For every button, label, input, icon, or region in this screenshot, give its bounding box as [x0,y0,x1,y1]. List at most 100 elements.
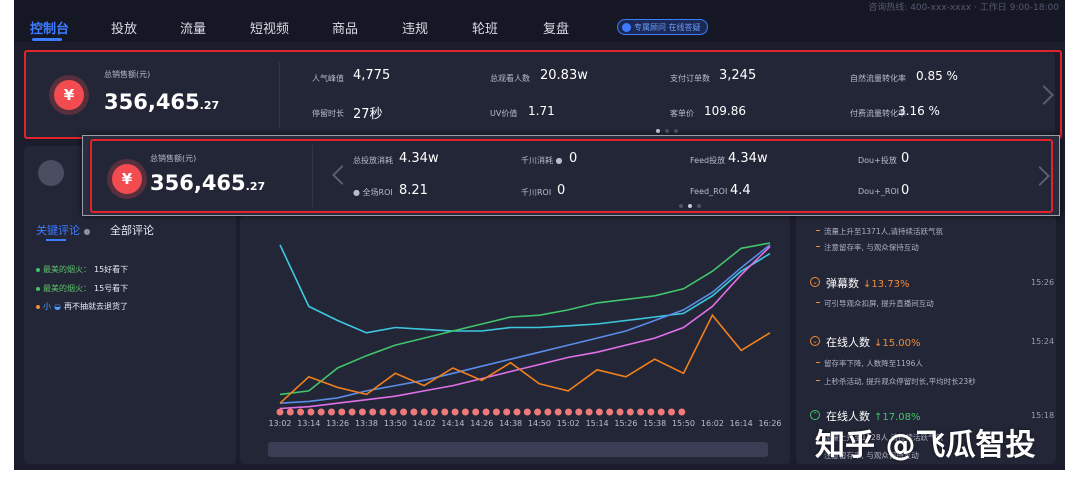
event-marker[interactable] [461,408,469,416]
event-marker[interactable] [616,408,624,416]
nav-violations[interactable]: 违规 [402,18,428,37]
event-marker[interactable] [328,408,335,416]
metric-value: 0 [901,151,910,166]
trend-chart: 13:02 13:14 13:26 13:38 13:50 14:02 14:14 14:26… [268,242,782,428]
x-tick-label: 16:02 [701,419,724,428]
nav-active-underline [32,38,62,41]
event-marker[interactable] [276,408,284,416]
tab-key-comments[interactable]: 关键评论 ● [36,222,90,238]
next-chevron-icon[interactable] [1034,85,1054,105]
chart-panel: 13:02 13:14 13:26 13:38 13:50 14:02 14:14 14:26… [240,216,790,464]
event-marker[interactable] [585,408,593,416]
event-marker[interactable] [431,408,438,416]
event-marker[interactable] [678,408,686,416]
metric-value: 1.71 [528,104,555,118]
event-marker[interactable] [338,408,346,416]
carousel-dots[interactable] [679,204,701,208]
event-marker[interactable] [523,408,531,416]
nav-traffic[interactable]: 流量 [180,18,206,37]
metric-label: Dou+_ROI [858,187,900,196]
metric-label: 人气峰值 [312,74,344,83]
event-marker[interactable] [400,408,408,416]
event-marker[interactable] [286,408,294,416]
series-line [279,244,771,404]
alert-title: 在线人数 ↓15.00% [826,336,921,349]
alert-line: 可引导观众扣屏, 提升直播间互动 [824,299,934,308]
yen-icon: ¥ [112,164,142,194]
event-marker[interactable] [534,408,542,416]
nav-shifts[interactable]: 轮班 [472,18,498,37]
metric-label: UV价值 [490,109,518,118]
next-chevron-icon[interactable] [1030,166,1050,186]
divider [312,145,313,207]
event-marker[interactable] [575,408,583,416]
event-marker[interactable] [503,408,511,416]
event-marker[interactable] [472,408,480,416]
nav-short-video[interactable]: 短视频 [250,18,289,37]
gmv-value: 356,465.27 [104,90,219,114]
event-marker[interactable] [410,408,418,416]
event-marker[interactable] [348,408,356,416]
metric-label: 客单价 [670,109,694,118]
event-marker[interactable] [389,408,397,416]
series-line [279,313,771,404]
alert-line: 流量上升至1371人,请持续活跃气氛 [824,227,943,236]
event-marker[interactable] [513,408,521,416]
event-marker[interactable] [626,408,634,416]
metric-label: Feed投放 [690,156,726,165]
x-tick-label: 13:50 [384,419,407,428]
event-marker[interactable] [369,408,377,416]
event-marker[interactable] [297,408,305,416]
event-marker[interactable] [451,408,459,416]
chat-icon [622,22,631,32]
metric-value: 0 [569,151,578,166]
metric-value: 0.85 % [916,69,958,83]
consultant-badge[interactable]: 专属顾问 在线答疑 [617,19,708,35]
event-marker[interactable] [647,408,655,416]
event-marker[interactable] [441,408,449,416]
event-marker[interactable] [482,408,490,416]
metric-value: 0 [901,183,910,198]
alert-time: 15:26 [1031,278,1055,287]
event-marker[interactable] [606,408,614,416]
event-marker[interactable] [317,408,325,416]
gmv-label: 总销售额(元) [150,154,197,163]
comment-item: 最美的烟火： 15号看下 [36,283,128,294]
event-marker[interactable] [379,408,387,416]
x-tick-label: 16:14 [730,419,753,428]
nav-review[interactable]: 复盘 [543,18,569,37]
carousel-dots[interactable] [656,129,678,133]
x-tick-label: 15:14 [586,419,609,428]
metric-label: 自然流量转化率 [850,74,906,83]
alert-time: 15:18 [1031,411,1055,420]
nav-console[interactable]: 控制台 [30,18,69,37]
event-marker[interactable] [595,408,603,416]
nav-products[interactable]: 商品 [332,18,358,37]
alert-time: 15:24 [1031,337,1055,346]
event-marker[interactable] [307,408,315,416]
metric-value: 3,245 [719,68,757,83]
event-marker[interactable] [358,408,366,416]
metric-value: 109.86 [704,104,746,118]
event-marker[interactable] [565,408,572,416]
event-marker[interactable] [492,408,500,416]
metric-label: 总投放消耗 [353,156,393,165]
event-marker[interactable] [554,408,562,416]
event-marker[interactable] [657,408,665,416]
prev-chevron-icon[interactable] [332,165,352,185]
event-marker[interactable] [637,408,645,416]
metric-value: 20.83w [540,68,588,83]
event-marker[interactable] [668,408,675,416]
event-marker[interactable] [544,408,552,416]
metric-label: Dou+投放 [858,156,897,165]
metric-label: 支付订单数 [670,74,710,83]
alert-line: 留存率下降, 人数降至1196人 [824,359,923,368]
divider [279,62,280,128]
hotline-text: 咨询热线: 400-xxx-xxxx · 工作日 9:00-18:00 [868,3,1059,13]
tab-all-comments[interactable]: 全部评论 [110,222,154,238]
chart-range-scrollbar[interactable] [268,442,768,457]
metric-label: 停留时长 [312,109,344,118]
event-marker[interactable] [420,408,428,416]
metric-label: 总观看人数 [490,74,530,83]
nav-ads[interactable]: 投放 [111,18,137,37]
